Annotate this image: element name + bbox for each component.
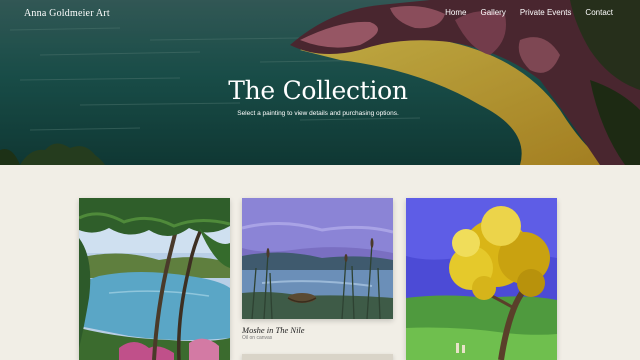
painting-moshe-in-the-nile [242,198,393,319]
nav-private-events[interactable]: Private Events [520,8,572,17]
main-nav: Home Gallery Private Events Contact [445,8,613,17]
hero-banner: Anna Goldmeier Art Home Gallery Private … [0,0,640,165]
gallery-card-next[interactable] [242,354,393,360]
painting-lake-trees [79,198,230,360]
nav-home[interactable]: Home [445,8,466,17]
gallery-card-moshe-in-the-nile[interactable] [242,198,393,319]
gallery-card-lake-trees[interactable] [79,198,230,360]
site-logo[interactable]: Anna Goldmeier Art [24,8,110,19]
painting-yellow-tree [406,198,557,360]
nav-contact[interactable]: Contact [585,8,613,17]
painting-medium: Oil on canvas [242,335,273,341]
painting-title[interactable]: Moshe in The Nile [242,325,305,335]
nav-gallery[interactable]: Gallery [481,8,506,17]
gallery-card-yellow-tree[interactable] [406,198,557,360]
page-title: The Collection [228,76,408,105]
page-subtitle: Select a painting to view details and pu… [237,110,399,117]
